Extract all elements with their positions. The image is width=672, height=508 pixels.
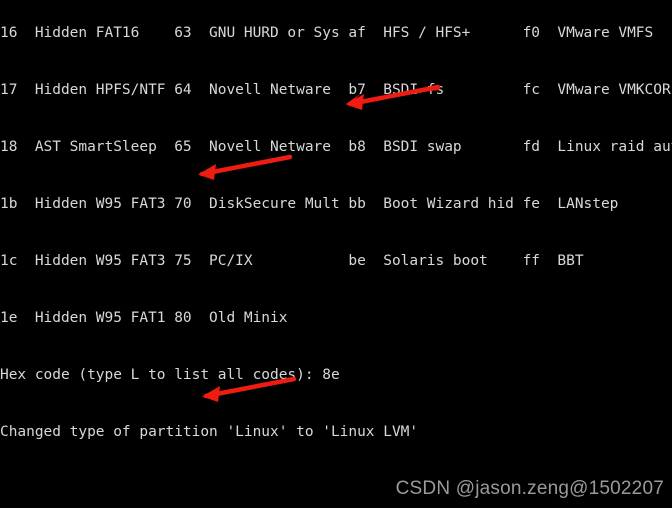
terminal-line-hex-code: Hex code (type L to list all codes): 8e — [0, 367, 340, 383]
terminal-line: 1b Hidden W95 FAT3 70 DiskSecure Mult bb… — [0, 196, 619, 212]
terminal-line: 17 Hidden HPFS/NTF 64 Novell Netware b7 … — [0, 82, 672, 98]
terminal-line: 16 Hidden FAT16 63 GNU HURD or Sys af HF… — [0, 25, 654, 41]
watermark: CSDN @jason.zeng@1502207 — [395, 478, 664, 499]
terminal-window[interactable]: 16 Hidden FAT16 63 GNU HURD or Sys af HF… — [0, 0, 672, 508]
terminal-line: 18 AST SmartSleep 65 Novell Netware b8 B… — [0, 139, 672, 155]
terminal-line: 1c Hidden W95 FAT3 75 PC/IX be Solaris b… — [0, 253, 584, 269]
terminal-screen: 16 Hidden FAT16 63 GNU HURD or Sys af HF… — [0, 0, 672, 508]
terminal-line-changed-type: Changed type of partition 'Linux' to 'Li… — [0, 424, 419, 440]
terminal-line: 1e Hidden W95 FAT1 80 Old Minix — [0, 310, 288, 326]
